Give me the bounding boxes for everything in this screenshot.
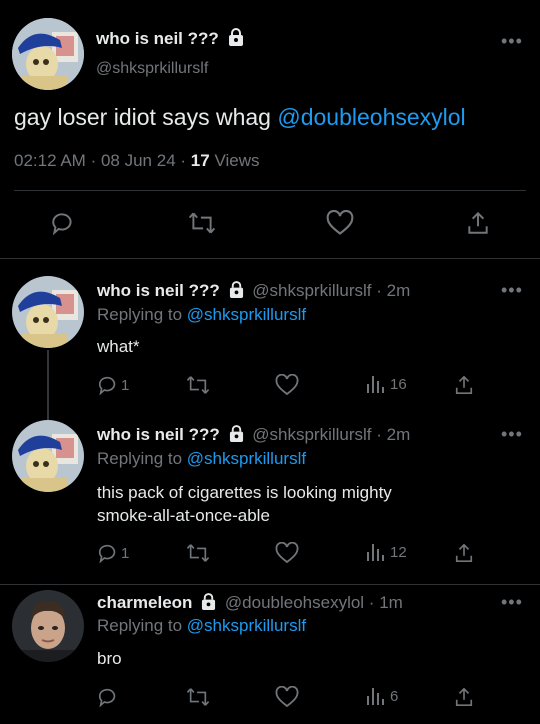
tweet-text: gay loser idiot says whag @doubleohsexyl… (14, 104, 466, 131)
reply-text-line: smoke-all-at-once-able (97, 506, 270, 525)
tweet-body: gay loser idiot says whag (14, 104, 271, 130)
person-avatar-image (12, 590, 84, 662)
reply-icon (98, 544, 116, 564)
reply-icon (52, 213, 72, 236)
skeleton-avatar-image (12, 276, 84, 348)
tweet-time[interactable]: 02:12 AM (14, 151, 86, 170)
skeleton-avatar-image (12, 18, 84, 90)
replying-handle-link[interactable]: @shksprkillurslf (187, 305, 306, 324)
views-bars-icon (367, 688, 384, 705)
reply-button[interactable]: 1 (97, 374, 129, 396)
mention-link[interactable]: @doubleohsexylol (277, 104, 465, 130)
like-button[interactable] (326, 210, 354, 236)
views-button[interactable]: 12 (366, 542, 407, 562)
reply-text: bro (97, 649, 122, 668)
meta-dot: · (180, 151, 187, 170)
replying-prefix: Replying to (97, 449, 183, 468)
replying-handle-link[interactable]: @shksprkillurslf (187, 616, 306, 635)
share-icon (455, 687, 473, 706)
reply-count: 1 (121, 376, 130, 394)
retweet-button[interactable] (186, 374, 210, 396)
reply-icon (98, 688, 116, 708)
handle-and-time[interactable]: @shksprkillurslf · 2m (252, 425, 410, 444)
tweet-date[interactable]: 08 Jun 24 (101, 151, 176, 170)
replying-to: Replying to @shksprkillurslf (97, 449, 306, 469)
replying-handle-link[interactable]: @shksprkillurslf (187, 449, 306, 468)
views-count: 12 (390, 543, 407, 561)
replying-prefix: Replying to (97, 616, 183, 635)
retweet-button[interactable] (186, 686, 210, 708)
main-actions (0, 210, 540, 240)
views-bars-icon (367, 544, 384, 561)
reply-actions: 1 12 (0, 542, 540, 566)
retweet-icon (186, 544, 210, 562)
divider (0, 584, 540, 585)
retweet-button[interactable] (186, 542, 210, 564)
more-dots-icon[interactable]: ••• (501, 281, 523, 299)
views-button[interactable]: 16 (366, 374, 407, 394)
views-button[interactable]: 6 (366, 686, 398, 706)
replying-to: Replying to @shksprkillurslf (97, 616, 306, 636)
display-name[interactable]: who is neil ??? (97, 425, 220, 444)
retweet-icon (186, 376, 210, 394)
reply-icon (98, 376, 116, 396)
display-name[interactable]: who is neil ??? (96, 29, 219, 48)
like-button[interactable] (275, 686, 299, 708)
share-button[interactable] (466, 210, 490, 236)
display-name[interactable]: charmeleon (97, 593, 192, 612)
lock-icon (229, 425, 244, 447)
retweet-button[interactable] (188, 210, 216, 236)
divider (0, 258, 540, 259)
share-icon (468, 211, 488, 234)
share-button[interactable] (454, 686, 474, 708)
lock-icon (201, 593, 216, 615)
reply-actions: 1 16 (0, 374, 540, 398)
reply-text: this pack of cigarettes is looking might… (97, 481, 392, 527)
lock-icon (228, 28, 244, 51)
avatar-skeleton[interactable] (12, 18, 84, 90)
heart-icon (275, 686, 299, 708)
heart-icon (275, 542, 299, 564)
reply-button[interactable]: 1 (97, 542, 129, 564)
display-name[interactable]: who is neil ??? (97, 281, 220, 300)
reply-text: what* (97, 337, 140, 356)
divider (14, 190, 526, 191)
share-icon (455, 543, 473, 562)
views-count: 17 (190, 151, 210, 170)
handle[interactable]: @shksprkillurslf (96, 60, 208, 78)
views-count: 6 (390, 687, 399, 705)
more-dots-icon[interactable]: ••• (501, 593, 523, 611)
like-button[interactable] (275, 374, 299, 396)
avatar-skeleton[interactable] (12, 420, 84, 492)
share-icon (455, 375, 473, 394)
more-dots-icon[interactable]: ••• (501, 32, 523, 50)
tweet-meta: 02:12 AM · 08 Jun 24 · 17 Views (14, 151, 260, 171)
reply-actions: 6 (0, 686, 540, 710)
retweet-icon (186, 688, 210, 706)
avatar-skeleton[interactable] (12, 276, 84, 348)
handle-and-time[interactable]: @shksprkillurslf · 2m (252, 281, 410, 300)
handle-and-time[interactable]: @doubleohsexylol · 1m (225, 593, 403, 612)
reply-button[interactable] (50, 210, 76, 236)
retweet-icon (188, 212, 216, 234)
reply-count: 1 (121, 544, 130, 562)
views-label: Views (214, 151, 260, 170)
avatar-charmeleon[interactable] (12, 590, 84, 662)
replying-prefix: Replying to (97, 305, 183, 324)
skeleton-avatar-image (12, 420, 84, 492)
reply-text-line: this pack of cigarettes is looking might… (97, 483, 392, 502)
share-button[interactable] (454, 374, 474, 396)
views-count: 16 (390, 375, 407, 393)
replying-to: Replying to @shksprkillurslf (97, 305, 306, 325)
share-button[interactable] (454, 542, 474, 564)
like-button[interactable] (275, 542, 299, 564)
heart-icon (275, 374, 299, 396)
reply-button[interactable] (97, 686, 119, 708)
views-bars-icon (367, 376, 384, 393)
heart-icon (326, 210, 354, 235)
more-dots-icon[interactable]: ••• (501, 425, 523, 443)
meta-dot: · (90, 151, 97, 170)
lock-icon (229, 281, 244, 303)
